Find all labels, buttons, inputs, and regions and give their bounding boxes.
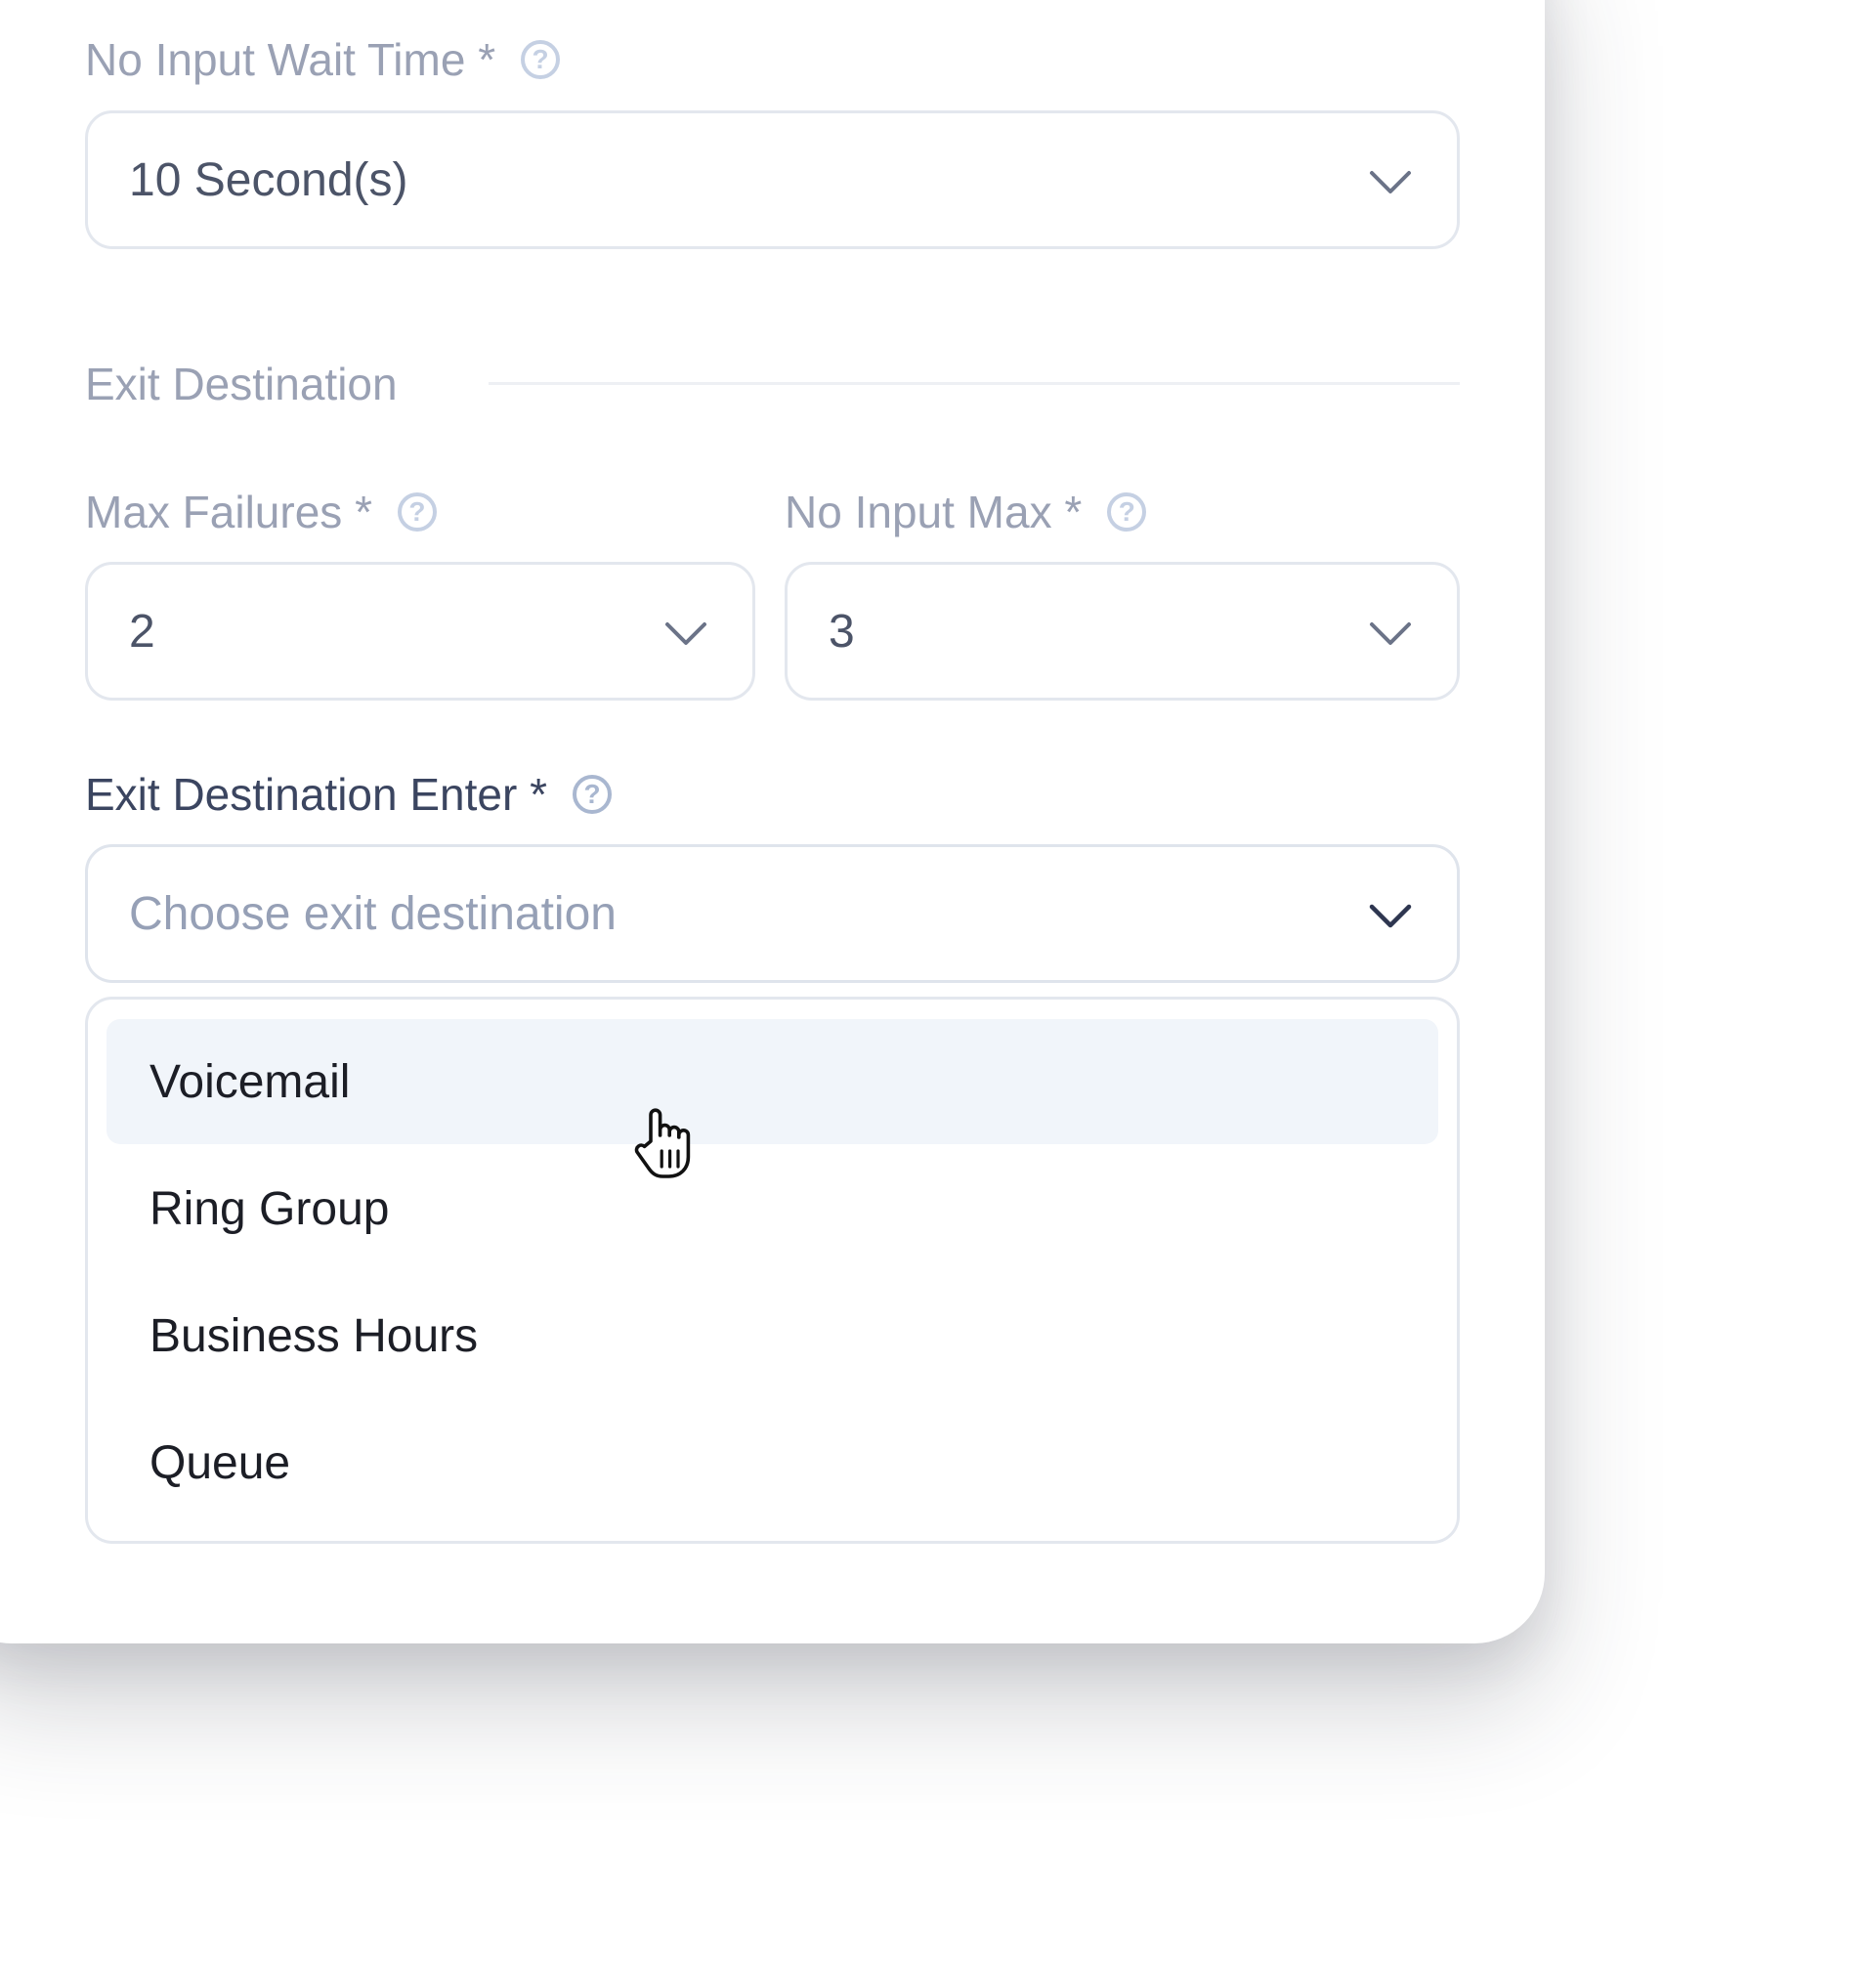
max-failures-label: Max Failures * ? <box>85 486 437 538</box>
max-failures-label-text: Max Failures * <box>85 487 372 537</box>
option-label: Voicemail <box>149 1055 351 1108</box>
no-input-wait-time-label: No Input Wait Time * ? <box>85 33 561 86</box>
exit-destination-section-title-text: Exit Destination <box>85 359 398 409</box>
no-input-wait-time-label-text: No Input Wait Time * <box>85 34 496 85</box>
help-icon[interactable]: ? <box>397 492 437 532</box>
option-queue[interactable]: Queue <box>107 1400 1438 1525</box>
exit-destination-enter-label: Exit Destination Enter * ? <box>85 768 613 821</box>
exit-destination-placeholder: Choose exit destination <box>129 887 617 940</box>
chevron-down-icon <box>1370 622 1411 645</box>
option-label: Queue <box>149 1436 291 1489</box>
help-icon[interactable]: ? <box>521 40 561 79</box>
exit-destination-dropdown: Voicemail Ring Group Business Hours Queu… <box>85 997 1460 1544</box>
no-input-max-select[interactable]: 3 <box>785 562 1460 701</box>
help-icon[interactable]: ? <box>1107 492 1147 532</box>
chevron-down-icon <box>665 622 706 645</box>
option-voicemail[interactable]: Voicemail <box>107 1019 1438 1144</box>
no-input-max-label-text: No Input Max * <box>785 487 1083 537</box>
option-ring-group[interactable]: Ring Group <box>107 1146 1438 1271</box>
exit-destination-enter-label-text: Exit Destination Enter * <box>85 769 548 820</box>
no-input-max-label: No Input Max * ? <box>785 486 1147 538</box>
no-input-max-value: 3 <box>829 605 855 658</box>
help-icon[interactable]: ? <box>573 775 613 814</box>
option-label: Ring Group <box>149 1182 390 1235</box>
exit-destination-select[interactable]: Choose exit destination <box>85 844 1460 983</box>
section-divider <box>489 382 1460 385</box>
max-failures-select[interactable]: 2 <box>85 562 755 701</box>
option-business-hours[interactable]: Business Hours <box>107 1273 1438 1398</box>
no-input-wait-time-value: 10 Second(s) <box>129 153 408 206</box>
chevron-down-icon <box>1369 904 1412 928</box>
hand-cursor-icon <box>634 1108 691 1178</box>
exit-destination-section-title: Exit Destination <box>85 358 398 410</box>
chevron-down-icon <box>1370 171 1411 193</box>
option-label: Business Hours <box>149 1309 479 1362</box>
max-failures-value: 2 <box>129 605 155 658</box>
no-input-wait-time-select[interactable]: 10 Second(s) <box>85 110 1460 249</box>
